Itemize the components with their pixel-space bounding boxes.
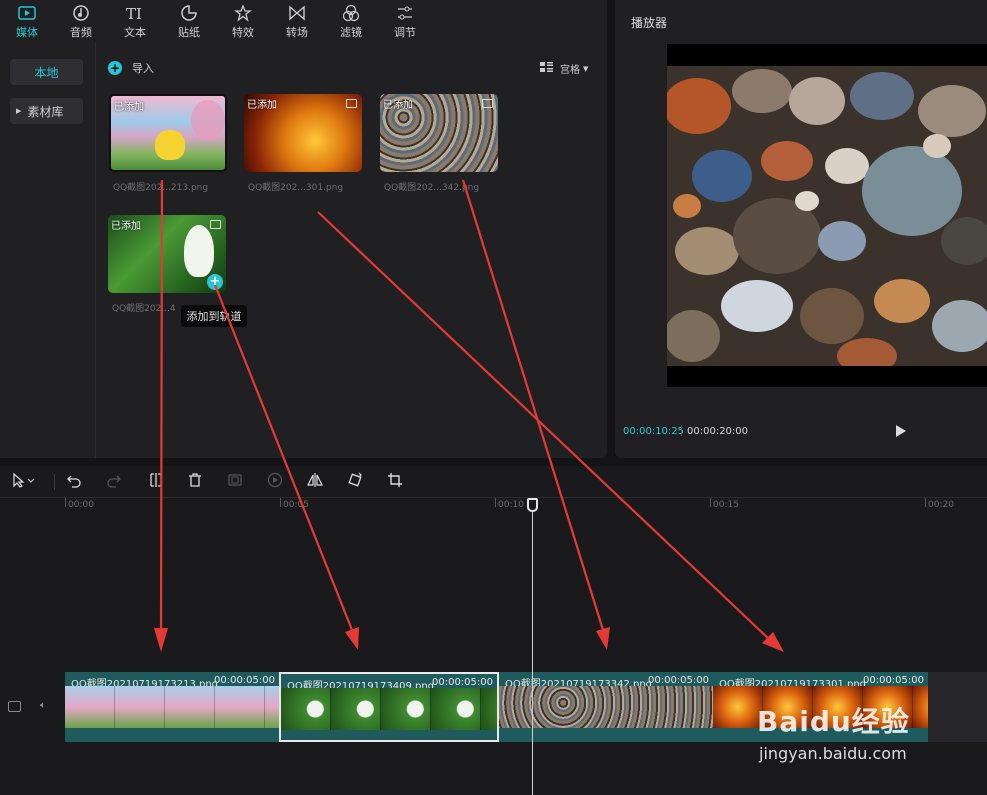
arrow-2 [213,284,354,631]
arrow-1 [159,179,164,633]
watermark-url: jingyan.baidu.com [759,744,907,763]
baidu-watermark: Baidu经验 jingyan.baidu.com [757,700,910,763]
arrow-1-head [154,628,168,652]
arrow-3 [461,179,605,631]
arrow-3-head [596,627,610,650]
annotation-arrows [154,179,784,652]
arrow-2-head [345,627,359,650]
arrow-4 [317,211,771,641]
watermark-brand: Baidu经验 [757,705,910,738]
